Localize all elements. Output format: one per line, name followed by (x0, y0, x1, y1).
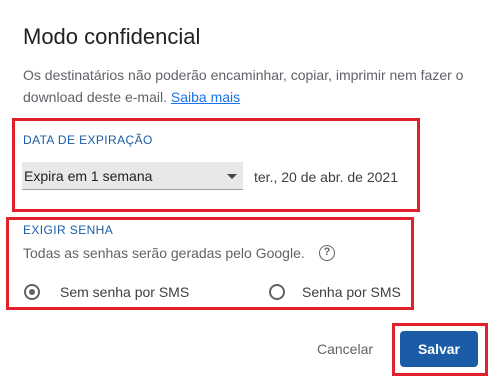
expiration-select[interactable]: Expira em 1 semana (22, 162, 243, 190)
select-underline (22, 189, 243, 190)
radio-no-sms-password-label[interactable]: Sem senha por SMS (60, 284, 189, 300)
expiration-label: DATA DE EXPIRAÇÃO (23, 133, 153, 147)
confidential-mode-dialog: Modo confidencial Os destinatários não p… (0, 0, 504, 389)
radio-sms-password-label[interactable]: Senha por SMS (302, 284, 401, 300)
help-circle-icon[interactable]: ? (319, 245, 335, 261)
learn-more-link[interactable]: Saiba mais (171, 89, 240, 105)
radio-no-sms-password[interactable] (24, 284, 40, 300)
radio-sms-password[interactable] (269, 284, 285, 300)
expiration-date: ter., 20 de abr. de 2021 (254, 169, 399, 185)
expiration-selected-value: Expira em 1 semana (24, 168, 153, 184)
save-button[interactable]: Salvar (400, 331, 478, 367)
cancel-button[interactable]: Cancelar (306, 337, 384, 361)
password-info-text: Todas as senhas serão geradas pelo Googl… (23, 245, 305, 261)
description-text: Os destinatários não poderão encaminhar,… (23, 67, 464, 105)
password-label: EXIGIR SENHA (23, 223, 114, 237)
dropdown-arrow-icon (227, 174, 237, 179)
dialog-title: Modo confidencial (23, 24, 201, 49)
dialog-description: Os destinatários não poderão encaminhar,… (23, 64, 493, 108)
